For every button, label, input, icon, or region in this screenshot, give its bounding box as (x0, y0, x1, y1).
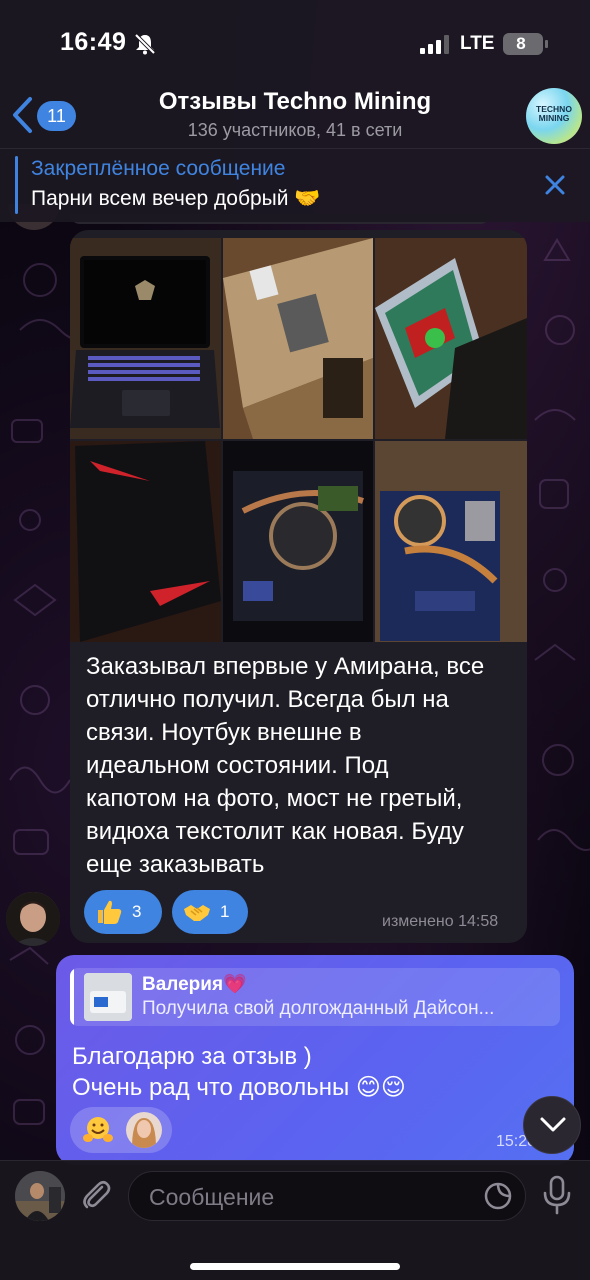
chevron-down-icon (540, 1117, 566, 1132)
message-input-placeholder: Сообщение (149, 1184, 275, 1210)
message-text: Заказывал впервые у Амирана, все отлично… (86, 650, 516, 881)
network-type: LTE (460, 33, 495, 54)
message-line: идеальном состоянии. Под (86, 752, 389, 779)
sticker-icon[interactable] (483, 1181, 513, 1211)
reaction-count: 3 (132, 902, 142, 921)
close-icon[interactable] (540, 170, 570, 200)
signal-icon (420, 35, 449, 54)
message-line: капотом на фото, мост не гретый, (86, 785, 463, 812)
chat-subtitle[interactable]: 136 участников, 41 в сети (110, 120, 480, 141)
reply-thumbnail (84, 973, 132, 1021)
status-time: 16:49 (60, 28, 127, 56)
reaction-handshake[interactable]: 1 (172, 890, 248, 934)
chat-header: 16:49 LTE 8 11 Отзывы Techno Mining 136 … (0, 0, 590, 148)
send-as-avatar[interactable] (15, 1171, 65, 1221)
handshake-icon (184, 905, 210, 921)
incoming-message-bubble[interactable]: Заказывал впервые у Амирана, все отлично… (70, 230, 527, 943)
message-input[interactable]: Сообщение (128, 1171, 526, 1221)
paperclip-icon[interactable] (78, 1177, 114, 1213)
scroll-down-button[interactable] (523, 1096, 581, 1154)
hugging-face-icon (83, 1117, 113, 1142)
reply-indicator (70, 968, 74, 1026)
pinned-text: Парни всем вечер добрый 🤝 (31, 187, 321, 210)
thumbs-up-icon (98, 900, 122, 924)
reaction-count: 1 (220, 902, 230, 921)
home-indicator[interactable] (190, 1263, 400, 1270)
photo-laptop-internals[interactable] (223, 441, 373, 642)
photo-motherboard[interactable] (375, 441, 527, 642)
group-avatar-logo-text: TECHNO MINING (536, 104, 572, 123)
message-line: видюха текстолит как новая. Буду (86, 818, 464, 845)
reply-author: Валерия💗 (142, 974, 247, 995)
photo-laptop-screen[interactable] (375, 238, 527, 439)
message-composer: Сообщение (0, 1160, 590, 1280)
message-line: Очень рад что довольны 😊😌 (72, 1074, 406, 1101)
battery-icon: 8 (503, 33, 543, 55)
chat-title[interactable]: Отзывы Techno Mining (110, 88, 480, 116)
reply-preview[interactable]: Валерия💗 Получила свой долгожданный Дайс… (70, 968, 560, 1026)
outgoing-message-bubble[interactable]: Валерия💗 Получила свой долгожданный Дайс… (56, 955, 574, 1165)
photo-laptop-box[interactable] (223, 238, 373, 439)
microphone-icon[interactable] (540, 1175, 574, 1215)
bell-off-icon (134, 33, 156, 55)
battery-level: 8 (516, 34, 526, 53)
pinned-indicator (15, 156, 18, 214)
message-line: Заказывал впервые у Амирана, все (86, 653, 485, 680)
photo-laptop-open[interactable] (70, 238, 221, 439)
battery-cap (545, 40, 548, 48)
reaction-thumbs-up[interactable]: 3 (84, 890, 162, 934)
photo-laptop-lid[interactable] (70, 441, 221, 642)
sender-avatar[interactable] (6, 892, 60, 946)
message-line: отлично получил. Всегда был на (86, 686, 449, 713)
photo-album[interactable] (70, 238, 527, 642)
pinned-message-bar[interactable]: Закреплённое сообщение Парни всем вечер … (0, 148, 590, 222)
chevron-left-icon (13, 97, 32, 133)
pinned-title: Закреплённое сообщение (31, 157, 286, 180)
unread-count-badge: 11 (37, 101, 76, 131)
reactor-avatar (126, 1112, 162, 1148)
group-avatar[interactable]: TECHNO MINING (526, 88, 582, 144)
reactions-with-avatars[interactable] (70, 1107, 172, 1153)
message-line: связи. Ноутбук внешне в (86, 719, 362, 746)
reply-text: Получила свой долгожданный Дайсон... (142, 998, 495, 1019)
message-line: Благодарю за отзыв ) (72, 1043, 312, 1070)
message-timestamp: изменено 14:58 (382, 913, 499, 930)
back-button[interactable]: 11 (10, 96, 76, 136)
message-line: еще заказывать (86, 851, 265, 878)
